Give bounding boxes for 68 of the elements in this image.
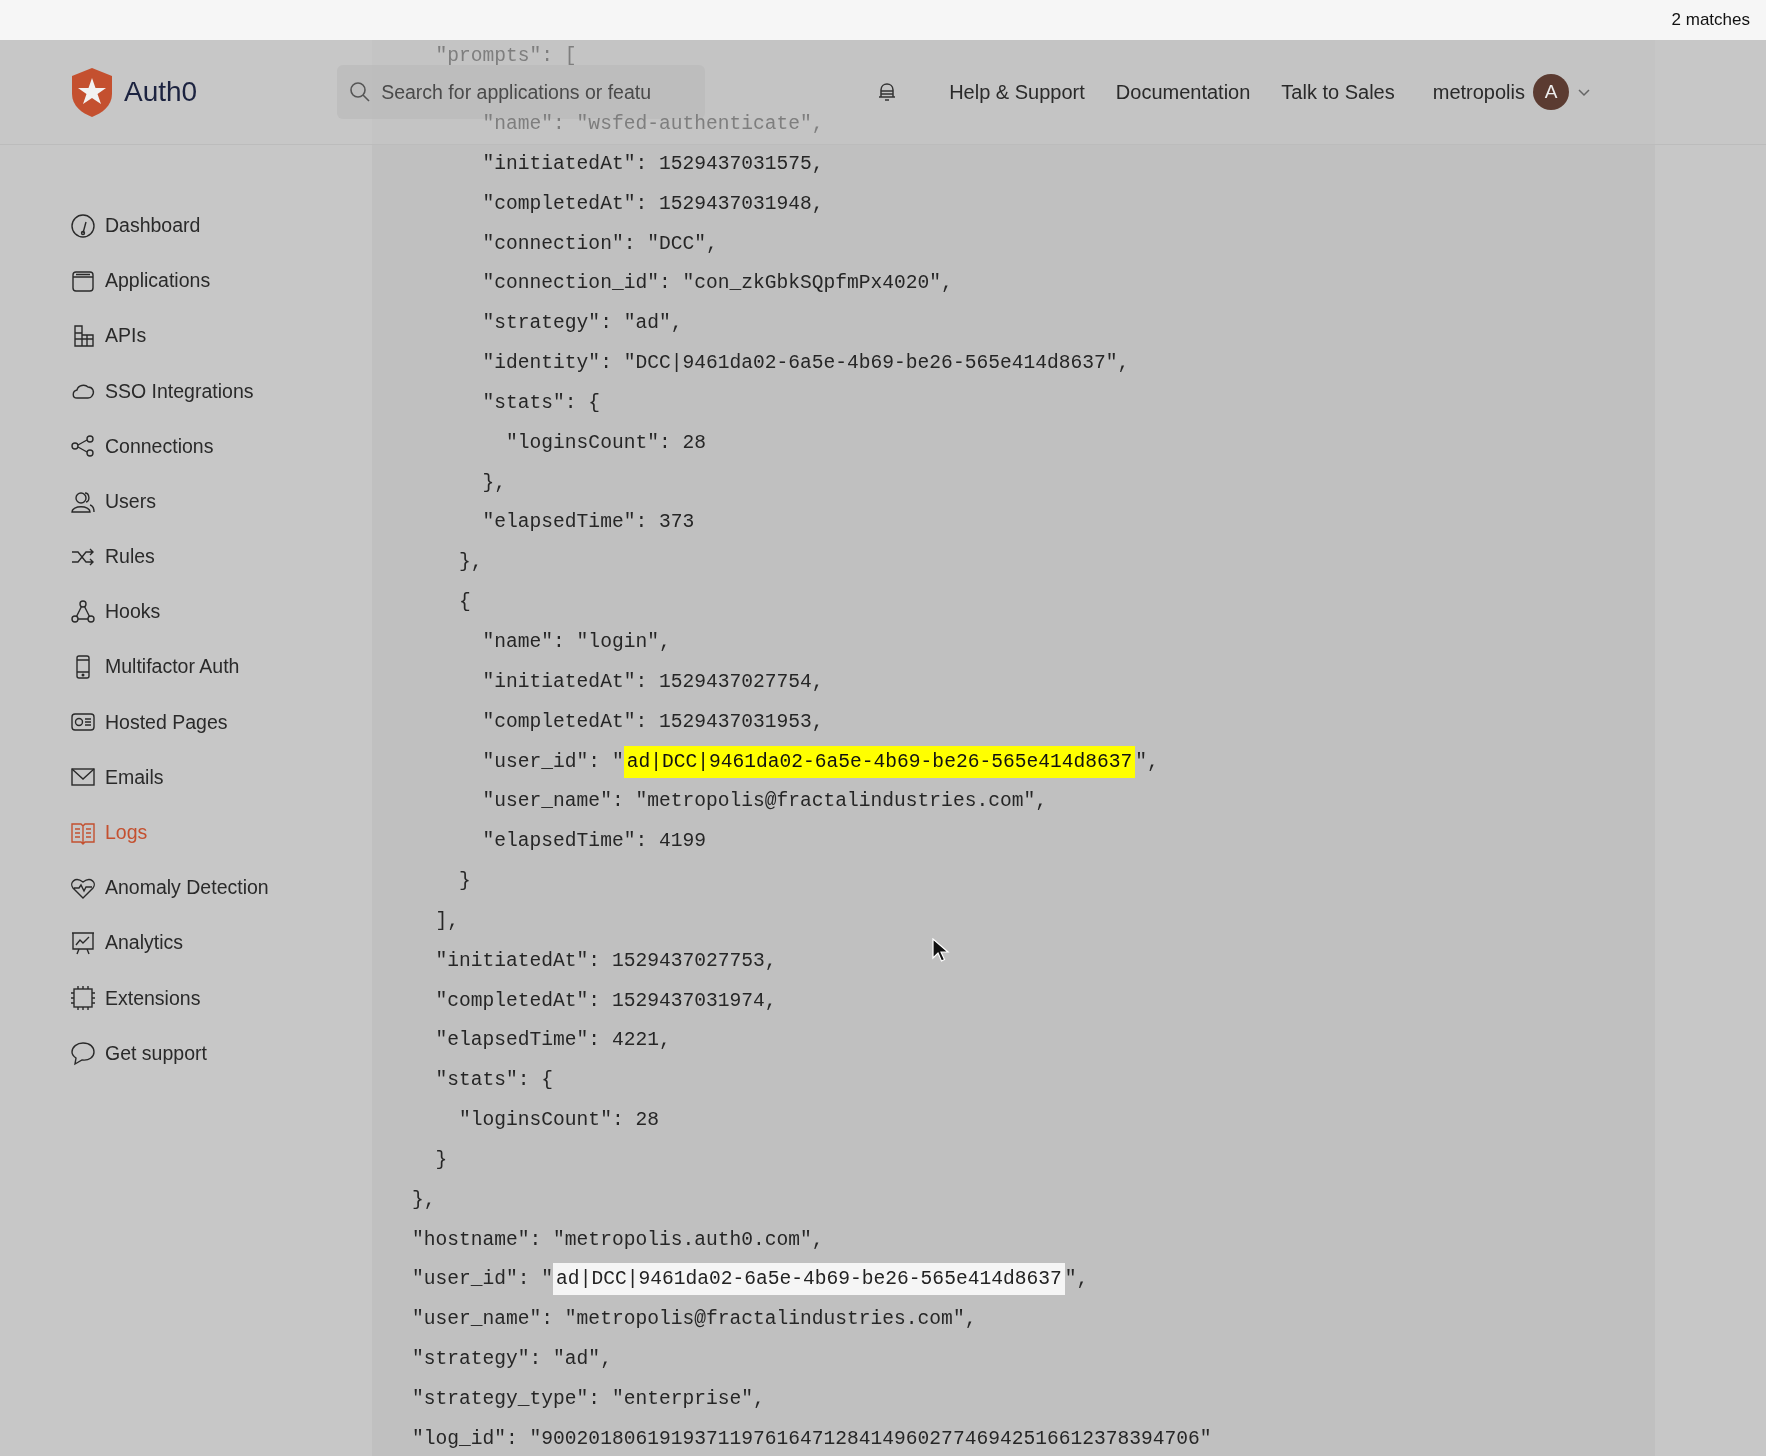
mouse-pointer-icon — [932, 938, 950, 964]
brand-name: Auth0 — [124, 75, 198, 109]
code-line: "loginsCount": 28 — [505, 430, 706, 456]
code-line: "completedAt": 1529437031953, — [481, 709, 824, 735]
sidebar-item[interactable]: Analytics — [0, 915, 372, 971]
dashboard-icon — [70, 212, 96, 239]
code-line: "stats": { — [434, 1068, 554, 1094]
header-link[interactable]: Help & Support — [949, 77, 1085, 107]
code-line: ], — [434, 908, 460, 934]
code-line: "initiatedAt": 1529437027754, — [481, 669, 824, 695]
code-text: "user_id": " — [412, 1268, 554, 1291]
code-line: "name": "login", — [481, 629, 671, 655]
nodes-triangle-icon — [70, 598, 96, 625]
code-line: "initiatedAt": 1529437031575, — [481, 151, 824, 177]
share-nodes-icon — [70, 433, 96, 460]
code-line: "user_name": "metropolis@fractalindustries.com", — [412, 1307, 977, 1333]
code-line: }, — [481, 470, 507, 496]
code-line: "log_id": "90020180619193711976164712841496027746942516612378394706" — [412, 1426, 1212, 1452]
code-line: }, — [458, 550, 483, 576]
code-line: "connection_id": "con_zkGbkSQpfmPx4020", — [481, 271, 953, 297]
code-line: "stats": { — [481, 390, 601, 416]
sidebar-item[interactable]: Hosted Pages — [0, 694, 372, 750]
presentation-chart-icon — [70, 930, 96, 957]
code-line: "elapsedTime": 373 — [481, 510, 695, 536]
sidebar-item[interactable]: Connections — [0, 418, 372, 474]
sidebar-item[interactable]: SSO Integrations — [0, 363, 372, 419]
code-line: "user_name": "metropolis@fractalindustries.com", — [481, 789, 1047, 815]
sidebar-item[interactable]: Anomaly Detection — [0, 860, 372, 916]
sidebar-item[interactable]: Extensions — [0, 970, 372, 1026]
account-name[interactable]: metropolis — [1432, 77, 1525, 107]
sidebar-item[interactable]: Applications — [0, 253, 372, 309]
code-line: "hostname": "metropolis.auth0.com", — [412, 1227, 824, 1253]
code-line: "strategy": "ad", — [481, 311, 683, 337]
match-count: 2 matches — [1671, 9, 1750, 32]
search-match-highlight: ad|DCC|9461da02-6a5e-4b69-be26-565e414d8637 — [623, 745, 1136, 778]
sidebar-item[interactable]: Dashboard — [0, 198, 372, 254]
search-icon — [349, 81, 372, 103]
code-line: "loginsCount": 28 — [458, 1108, 659, 1134]
chevron-down-icon[interactable] — [1577, 87, 1591, 97]
code-line: "completedAt": 1529437031948, — [481, 191, 824, 217]
search-match-highlight: ad|DCC|9461da02-6a5e-4b69-be26-565e414d8637 — [553, 1263, 1065, 1296]
code-text: ", — [1064, 1268, 1089, 1291]
code-line: "identity": "DCC|9461da02-6a5e-4b69-be26-565e414d8637", — [481, 351, 1130, 377]
code-line: } — [458, 869, 471, 895]
sidebar-item[interactable]: Emails — [0, 749, 372, 806]
code-text: ", — [1135, 750, 1159, 773]
code-line: "elapsedTime": 4199 — [481, 829, 706, 855]
sidebar-item[interactable]: Users — [0, 473, 372, 530]
sidebar-item[interactable]: Rules — [0, 529, 372, 585]
sidebar-item[interactable]: Get support — [0, 1025, 372, 1081]
code-line: "strategy_type": "enterprise", — [412, 1387, 765, 1412]
code-line: "strategy": "ad", — [412, 1347, 612, 1373]
code-line: } — [434, 1147, 448, 1173]
header-link[interactable]: Documentation — [1115, 77, 1251, 107]
code-line: { — [458, 590, 471, 616]
sidebar-item[interactable]: Hooks — [0, 584, 372, 640]
code-line: "initiatedAt": 1529437027753, — [434, 948, 777, 974]
code-line: "elapsedTime": 4221, — [434, 1028, 671, 1054]
code-line: }, — [412, 1187, 436, 1213]
chip-icon — [70, 985, 96, 1012]
code-line: "completedAt": 1529437031974, — [434, 988, 777, 1014]
header-link[interactable]: Talk to Sales — [1281, 77, 1395, 107]
code-line: "connection": "DCC", — [481, 231, 718, 257]
code-text: "user_id": " — [481, 750, 624, 773]
sidebar-item[interactable]: Multifactor Auth — [0, 639, 372, 695]
sidebar-item[interactable]: APIs — [0, 308, 372, 364]
bell-icon[interactable] — [877, 81, 898, 103]
speech-bubble-icon — [70, 1040, 96, 1067]
